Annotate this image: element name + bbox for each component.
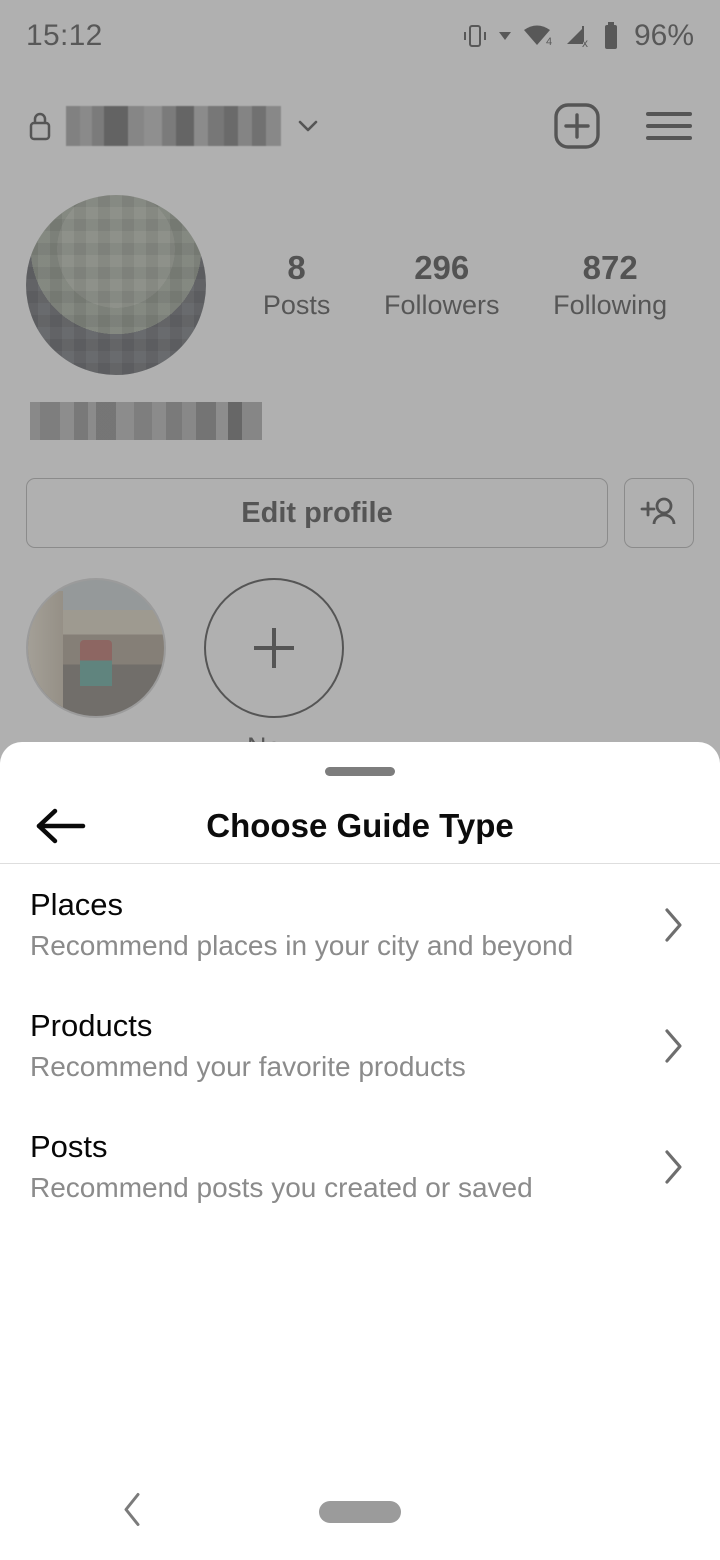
nav-back-icon xyxy=(124,1493,140,1526)
guide-text: Posts Recommend posts you created or sav… xyxy=(30,1131,533,1202)
guide-type-products[interactable]: Products Recommend your favorite product… xyxy=(0,985,720,1106)
phone-screen: 15:12 4 xyxy=(0,0,720,1560)
drag-handle[interactable] xyxy=(325,767,395,776)
guide-type-places[interactable]: Places Recommend places in your city and… xyxy=(0,864,720,985)
guide-title: Places xyxy=(30,887,124,922)
guide-subtitle: Recommend posts you created or saved xyxy=(30,1172,533,1203)
guide-subtitle: Recommend places in your city and beyond xyxy=(30,930,574,961)
android-navigation-bar xyxy=(0,1464,720,1560)
guide-title: Products xyxy=(30,1008,153,1043)
nav-back-button[interactable] xyxy=(120,1490,146,1535)
chevron-right-icon xyxy=(656,1024,690,1068)
choose-guide-type-sheet: Choose Guide Type Places Recommend place… xyxy=(0,742,720,1464)
sheet-title: Choose Guide Type xyxy=(206,807,514,844)
sheet-header: Choose Guide Type xyxy=(0,790,720,862)
chevron-right-icon xyxy=(656,1145,690,1189)
guide-subtitle: Recommend your favorite products xyxy=(30,1051,466,1082)
chevron-right-icon xyxy=(656,903,690,947)
nav-home-pill[interactable] xyxy=(319,1501,401,1523)
guide-type-list: Places Recommend places in your city and… xyxy=(0,864,720,1227)
guide-title: Posts xyxy=(30,1129,108,1164)
guide-text: Places Recommend places in your city and… xyxy=(30,889,573,960)
guide-type-posts[interactable]: Posts Recommend posts you created or sav… xyxy=(0,1106,720,1227)
guide-text: Products Recommend your favorite product… xyxy=(30,1010,466,1081)
